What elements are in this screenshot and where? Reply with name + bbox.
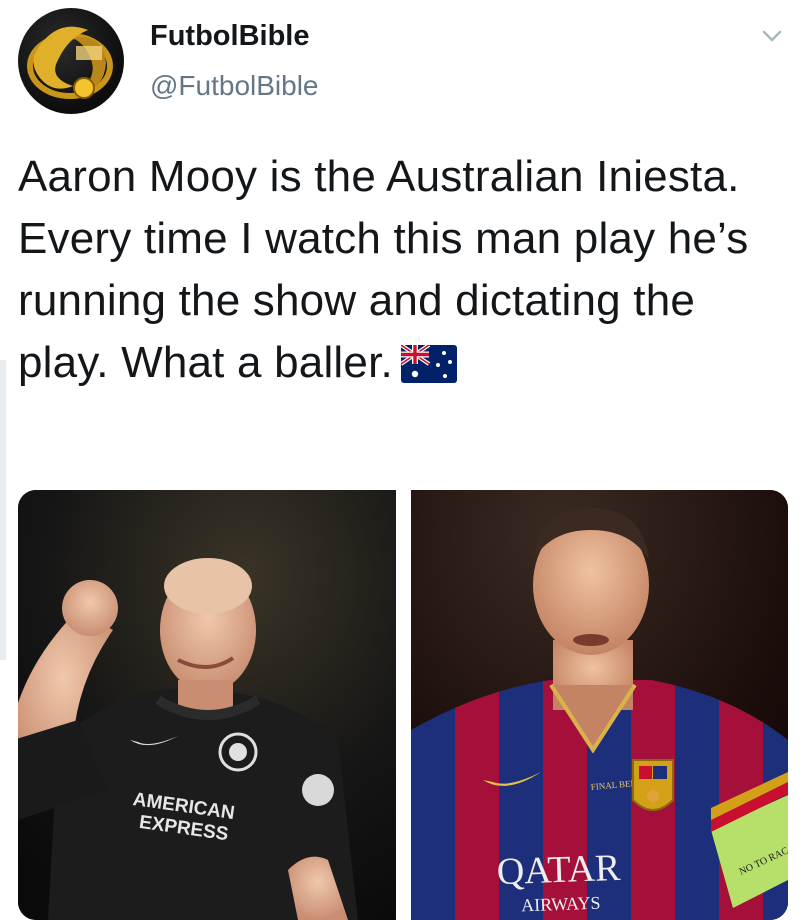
avatar[interactable]	[18, 8, 124, 114]
photo-left-image: AMERICAN EXPRESS	[18, 490, 396, 920]
display-name[interactable]: FutbolBible	[150, 20, 309, 53]
photo-right-image: FINAL BERLIN 2015 QATAR AIRWAYS NO TO RA…	[411, 490, 788, 920]
tweet-media: AMERICAN EXPRESS FINAL BERLIN 2015 QATAR…	[18, 490, 788, 920]
right-sponsor-sub: AIRWAYS	[521, 893, 601, 916]
tweet-text: Aaron Mooy is the Australian Iniesta. Ev…	[18, 146, 788, 400]
australia-flag-icon	[399, 338, 457, 400]
tweet-header: FutbolBible @FutbolBible	[0, 0, 800, 130]
tweet-body: Aaron Mooy is the Australian Iniesta. Ev…	[18, 152, 749, 387]
photo-left[interactable]: AMERICAN EXPRESS	[18, 490, 396, 920]
chevron-down-icon	[762, 30, 782, 42]
futbolbible-logo-icon	[27, 26, 113, 99]
account-handle[interactable]: @FutbolBible	[150, 70, 319, 102]
more-options-button[interactable]	[758, 22, 786, 50]
photo-right[interactable]: FINAL BERLIN 2015 QATAR AIRWAYS NO TO RA…	[411, 490, 788, 920]
page-edge	[0, 360, 6, 660]
right-sponsor-text: QATAR	[496, 847, 622, 893]
